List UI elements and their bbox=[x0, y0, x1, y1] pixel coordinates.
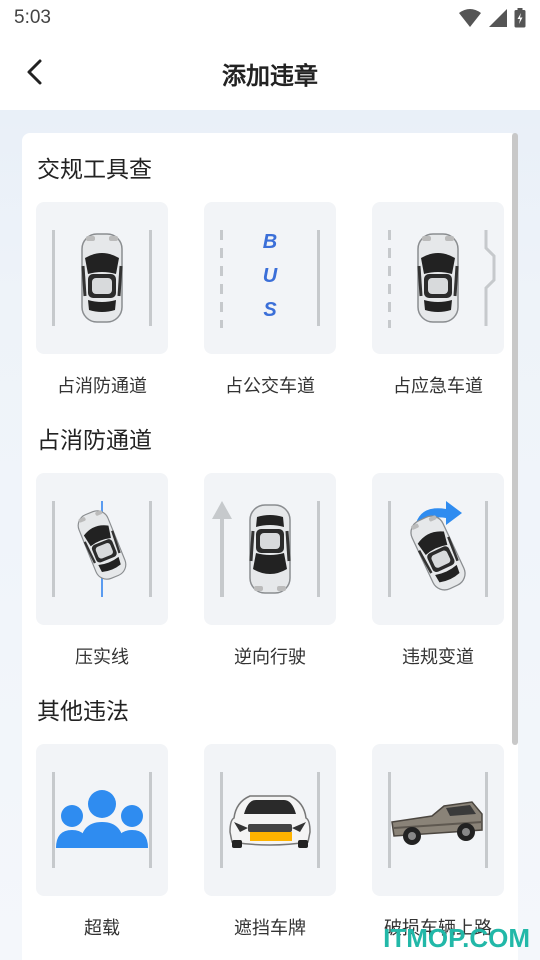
section-title-other: 其他违法 bbox=[37, 699, 129, 725]
solid-line-car-icon bbox=[52, 501, 152, 597]
tile-fire-lane[interactable] bbox=[36, 202, 168, 354]
damaged-truck-icon bbox=[388, 772, 488, 868]
signal-icon bbox=[489, 9, 507, 27]
tile-label: 压实线 bbox=[75, 647, 129, 668]
wifi-icon bbox=[459, 9, 481, 27]
tile-label: 遮挡车牌 bbox=[234, 918, 306, 939]
tile-damaged-vehicle[interactable] bbox=[372, 744, 504, 896]
tile-label: 占公交车道 bbox=[225, 376, 315, 397]
tile-label: 占应急车道 bbox=[393, 376, 483, 397]
bus-letter: U bbox=[263, 265, 278, 287]
status-icons bbox=[458, 8, 526, 28]
tile-label: 超载 bbox=[84, 918, 120, 939]
tile-bus-lane[interactable]: B U S bbox=[204, 202, 336, 354]
status-time: 5:03 bbox=[14, 7, 51, 28]
tile-illegal-lane-change[interactable] bbox=[372, 473, 504, 625]
section-title-traffic-rules: 交规工具查 bbox=[37, 157, 152, 183]
status-bar: 5:03 bbox=[0, 0, 540, 36]
people-group-icon bbox=[52, 772, 152, 868]
tile-wrong-way[interactable] bbox=[204, 473, 336, 625]
bus-letter: S bbox=[263, 299, 277, 321]
lane-change-icon bbox=[388, 501, 488, 597]
tile-emergency-lane[interactable] bbox=[372, 202, 504, 354]
section-title-fire-lane: 占消防通道 bbox=[37, 428, 152, 454]
battery-icon bbox=[514, 8, 526, 28]
bus-letter: B bbox=[263, 231, 277, 253]
tile-covered-plate[interactable] bbox=[204, 744, 336, 896]
tile-label: 占消防通道 bbox=[57, 376, 147, 397]
tile-label: 逆向行驶 bbox=[234, 647, 306, 668]
bus-lane-icon: B U S bbox=[220, 230, 320, 328]
watermark: ITMOP.COM bbox=[383, 923, 530, 953]
emergency-lane-icon bbox=[388, 230, 496, 328]
page-title: 添加违章 bbox=[222, 62, 318, 90]
app-header: 添加违章 bbox=[0, 36, 540, 110]
tile-solid-line[interactable] bbox=[36, 473, 168, 625]
car-between-lines-icon bbox=[52, 230, 152, 326]
tile-overload[interactable] bbox=[36, 744, 168, 896]
tile-label: 违规变道 bbox=[402, 647, 474, 668]
covered-plate-car-icon bbox=[220, 772, 320, 868]
wrong-way-icon bbox=[212, 501, 320, 597]
